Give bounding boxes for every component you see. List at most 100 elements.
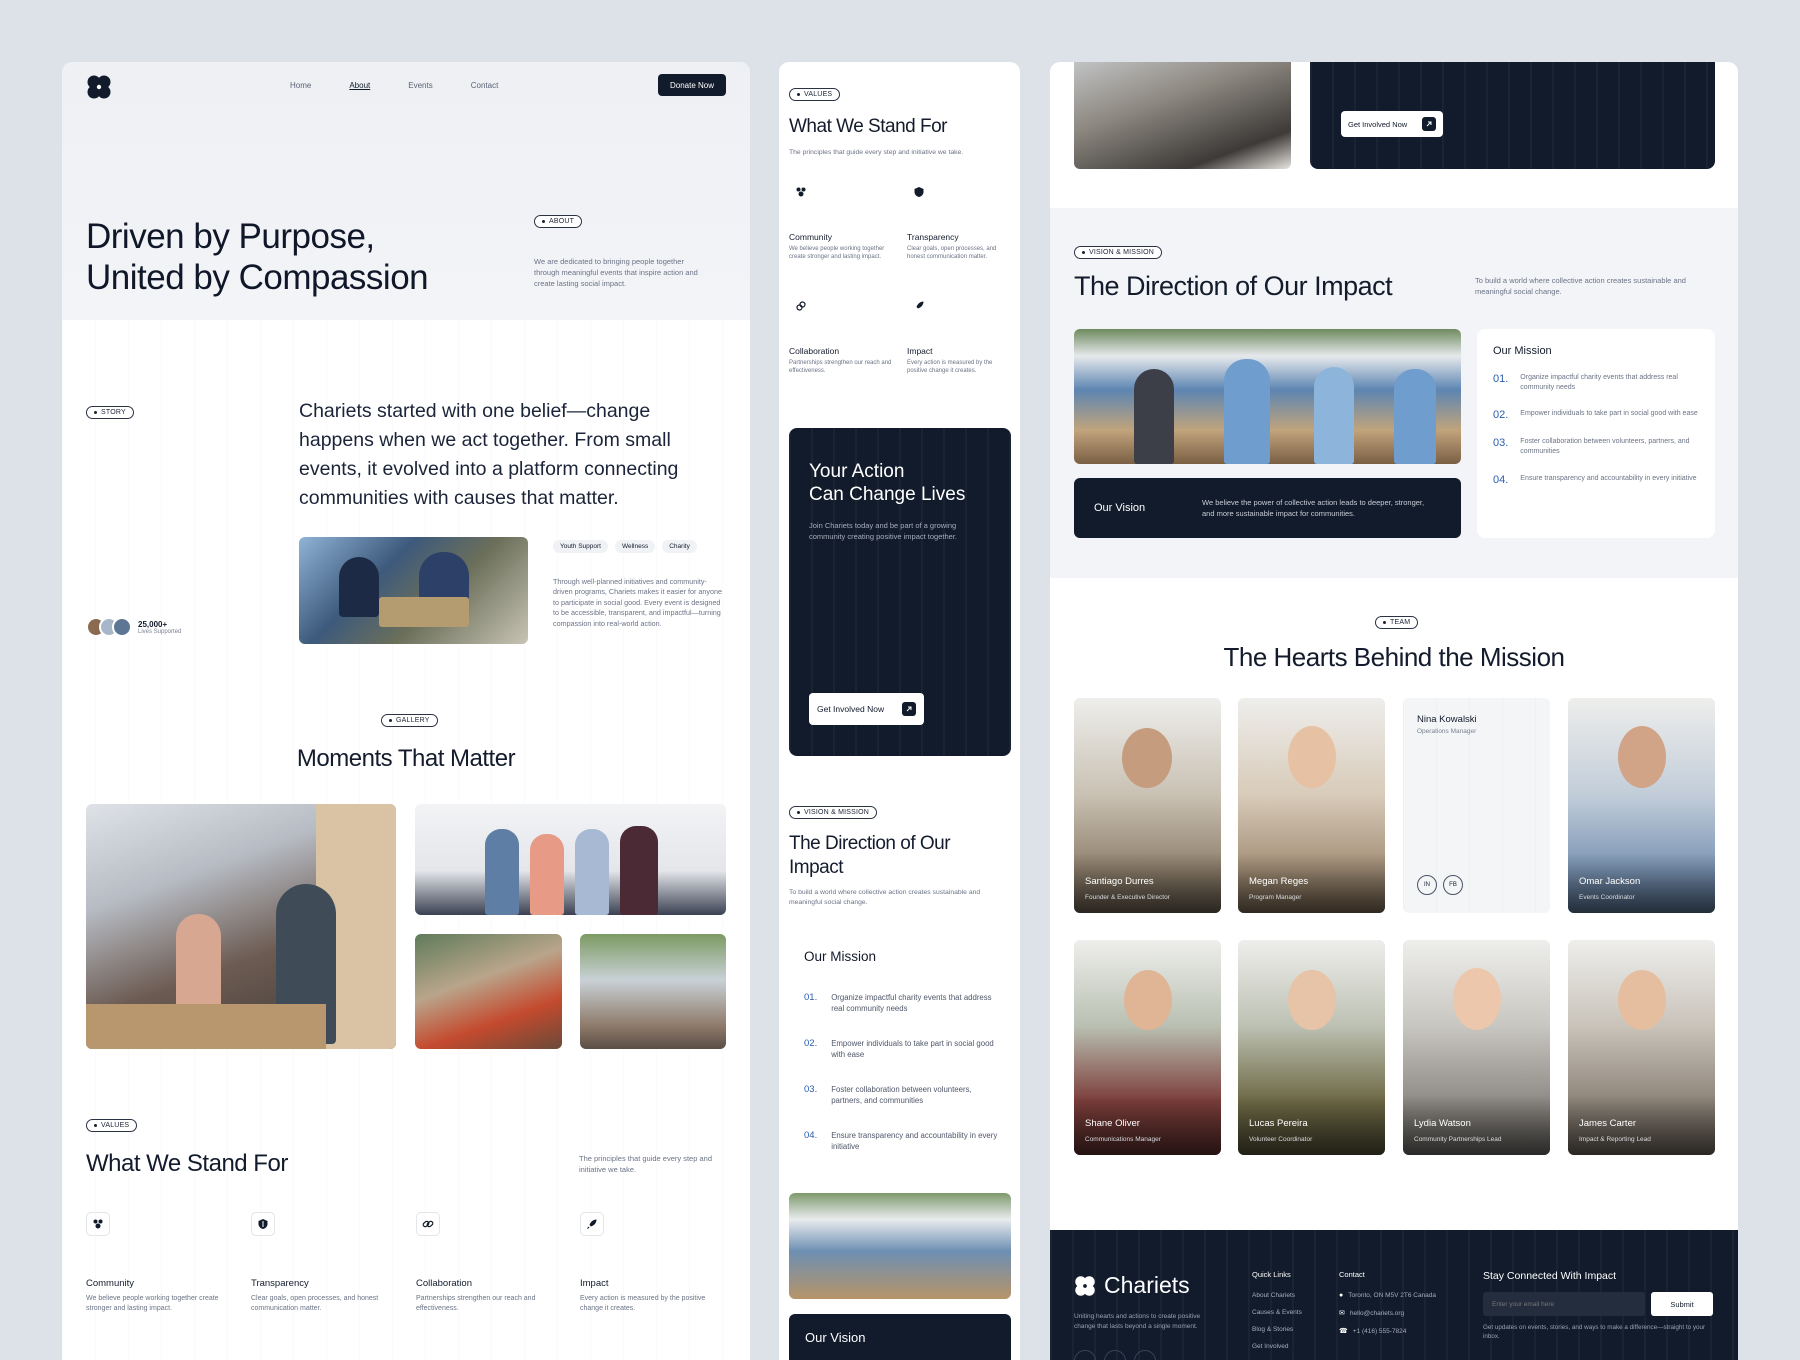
team-page-panel: Get Involved Now VISION & MISSION The Di…	[1050, 62, 1738, 1360]
email-input[interactable]	[1483, 1292, 1645, 1316]
get-involved-label: Get Involved Now	[1348, 119, 1408, 129]
arrow-up-right-icon	[1422, 117, 1436, 131]
values-badge: VALUES	[789, 88, 841, 101]
mission-item: 01. Organize impactful charity events th…	[1493, 373, 1699, 393]
mission-item: 02. Empower individuals to take part in …	[1493, 409, 1699, 421]
hero-title-line2: United by Compassion	[86, 258, 429, 297]
nav-about[interactable]: About	[349, 81, 370, 90]
story-photo	[299, 537, 528, 644]
team-card[interactable]: James Carter Impact & Reporting Lead	[1568, 940, 1715, 1155]
mission-num: 01.	[1493, 373, 1509, 385]
lives-supported-stat: 25,000+ Lives Supported	[86, 617, 181, 637]
facebook-icon[interactable]: FB	[1443, 875, 1463, 895]
member-role: Volunteer Coordinator	[1249, 1136, 1313, 1143]
logo-icon[interactable]	[1074, 1275, 1096, 1297]
story-tags: Youth Support Wellness Charity	[553, 540, 697, 553]
cta-title: Your Action Can Change Lives	[809, 460, 965, 506]
contact-email[interactable]: ✉ hello@chariets.org	[1339, 1309, 1436, 1318]
member-name: Santiago Durres	[1085, 876, 1154, 887]
mission-num: 04.	[804, 1130, 818, 1141]
member-name: Lucas Pereira	[1249, 1118, 1308, 1129]
member-name: Lydia Watson	[1414, 1118, 1471, 1129]
team-card[interactable]: Megan Reges Program Manager	[1238, 698, 1385, 913]
social-icon[interactable]	[1074, 1350, 1096, 1360]
nav-events[interactable]: Events	[408, 81, 432, 90]
nav-home[interactable]: Home	[290, 81, 311, 90]
contact-phone[interactable]: ☎ +1 (416) 555-7824	[1339, 1327, 1436, 1336]
mission-title: Our Mission	[804, 949, 877, 964]
story-tag[interactable]: Wellness	[614, 540, 656, 553]
nav-contact[interactable]: Contact	[471, 81, 499, 90]
logo-icon[interactable]	[86, 74, 112, 100]
newsletter-form: Submit	[1483, 1292, 1715, 1316]
get-involved-button[interactable]: Get Involved Now	[809, 693, 924, 725]
contact-address-text: Toronto, ON M5V 2T6 Canada	[1348, 1292, 1437, 1299]
member-role: Program Manager	[1249, 894, 1302, 901]
footer: Chariets Uniting hearts and actions to c…	[1050, 1230, 1738, 1360]
cta-text: Join Chariets today and be part of a gro…	[809, 521, 957, 542]
footer-link[interactable]: Get Involved	[1252, 1343, 1302, 1350]
newsletter-title: Stay Connected With Impact	[1483, 1270, 1617, 1282]
mission-text: Foster collaboration between volunteers,…	[1520, 438, 1690, 456]
story-text: Through well-planned initiatives and com…	[553, 577, 722, 628]
social-icon[interactable]	[1134, 1350, 1156, 1360]
team-card-hover[interactable]: Nina Kowalski Operations Manager IN FB	[1403, 698, 1550, 913]
vm-photo	[1074, 329, 1461, 464]
vision-title: Our Vision	[1094, 502, 1146, 514]
mission-num: 04.	[1493, 473, 1509, 486]
people-icon	[789, 180, 813, 204]
value-item-transparency: Transparency Clear goals, open processes…	[907, 232, 1012, 261]
donate-now-button[interactable]: Donate Now	[658, 74, 726, 96]
value-item-community: Community We believe people working toge…	[86, 1278, 226, 1314]
get-involved-button[interactable]: Get Involved Now	[1341, 111, 1443, 137]
vision-text: We believe the power of collective actio…	[1202, 497, 1425, 518]
mission-text: Empower individuals to take part in soci…	[831, 1039, 994, 1060]
footer-brand-name: Chariets	[1104, 1272, 1190, 1298]
team-badge: TEAM	[1375, 616, 1419, 629]
value-title: Collaboration	[789, 346, 840, 356]
footer-link[interactable]: Causes & Events	[1252, 1309, 1302, 1316]
hero-title-line1: Driven by Purpose,	[86, 217, 375, 256]
value-item-collaboration: Collaboration Partnerships strengthen ou…	[789, 346, 894, 375]
gallery-photo-4	[580, 934, 726, 1049]
newsletter-text: Get updates on events, stories, and ways…	[1483, 1324, 1706, 1341]
value-title: Impact	[580, 1278, 609, 1289]
values-title: What We Stand For	[789, 116, 948, 137]
team-title: The Hearts Behind the Mission	[1223, 642, 1565, 672]
story-tag[interactable]: Charity	[662, 540, 697, 553]
quick-links: Quick Links About Chariets Causes & Even…	[1252, 1270, 1302, 1350]
member-role: Communications Manager	[1085, 1136, 1161, 1143]
social-icon[interactable]	[1104, 1350, 1126, 1360]
team-card[interactable]: Lydia Watson Community Partnerships Lead	[1403, 940, 1550, 1155]
rocket-icon	[907, 294, 931, 318]
linkedin-icon[interactable]: IN	[1417, 875, 1437, 895]
get-involved-label: Get Involved Now	[817, 704, 885, 714]
team-card[interactable]: Omar Jackson Events Coordinator	[1568, 698, 1715, 913]
mission-photo	[789, 1193, 1011, 1299]
footer-contact: Contact ● Toronto, ON M5V 2T6 Canada ✉ hel…	[1339, 1270, 1436, 1335]
team-card[interactable]: Lucas Pereira Volunteer Coordinator	[1238, 940, 1385, 1155]
gallery-photo-1	[86, 804, 396, 1049]
hero-text: We are dedicated to bringing people toge…	[534, 257, 698, 288]
cta-card: Your Action Can Change Lives Join Charie…	[789, 428, 1011, 756]
value-title: Community	[86, 1278, 135, 1289]
values-subtitle: The principles that guide every step and…	[789, 149, 964, 156]
vision-card: Our Vision We believe the power of colle…	[1074, 478, 1461, 538]
shield-icon	[907, 180, 931, 204]
value-title: Community	[789, 232, 832, 242]
team-card[interactable]: Shane Oliver Communications Manager	[1074, 940, 1221, 1155]
member-name: Omar Jackson	[1579, 876, 1641, 887]
main-nav: Home About Events Contact	[290, 81, 498, 90]
footer-link[interactable]: Blog & Stories	[1252, 1326, 1302, 1333]
submit-button[interactable]: Submit	[1651, 1292, 1713, 1316]
story-headline: Chariets started with one belief—change …	[299, 400, 679, 509]
value-item-impact: Impact Every action is measured by the p…	[907, 346, 1012, 375]
avatar	[112, 617, 132, 637]
mission-text: Ensure transparency and accountability i…	[831, 1131, 998, 1152]
shield-icon	[251, 1212, 275, 1236]
story-tag[interactable]: Youth Support	[553, 540, 608, 553]
footer-link[interactable]: About Chariets	[1252, 1292, 1302, 1299]
value-text: Every action is measured by the positive…	[907, 360, 993, 375]
team-card[interactable]: Santiago Durres Founder & Executive Dire…	[1074, 698, 1221, 913]
stat-label: Lives Supported	[138, 628, 182, 635]
